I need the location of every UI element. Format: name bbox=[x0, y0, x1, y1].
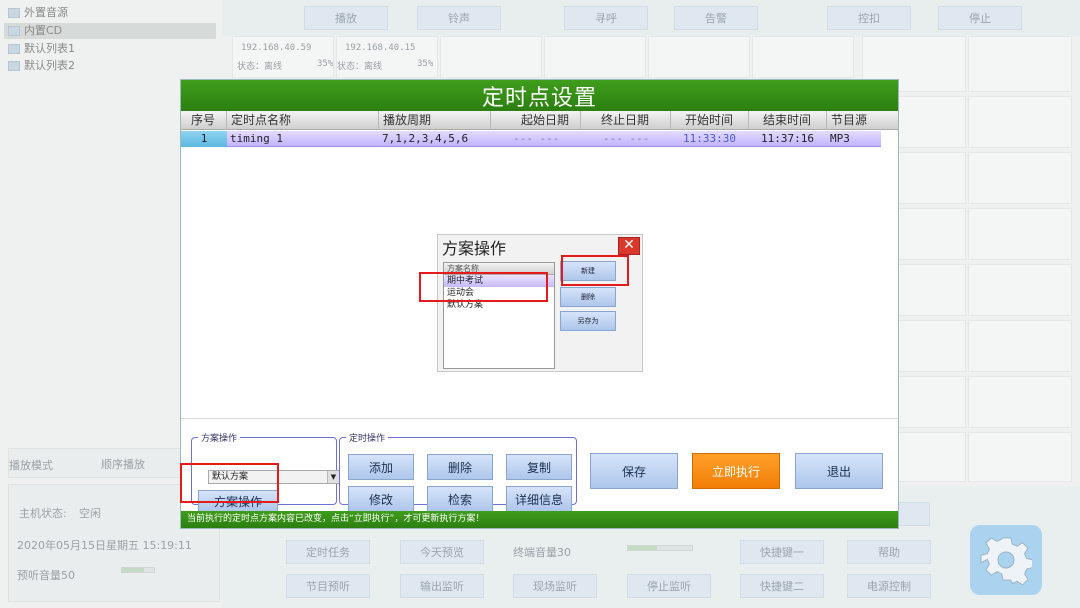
program-preview-button[interactable]: 节目预听 bbox=[286, 574, 370, 598]
top-toolbar: 播放 铃声 寻呼 告警 控扣 停止 bbox=[222, 0, 1080, 36]
preview-volume-slider[interactable] bbox=[121, 567, 155, 573]
close-icon[interactable]: ✕ bbox=[618, 237, 640, 255]
paging-button[interactable]: 寻呼 bbox=[564, 6, 648, 30]
stop-monitor-button[interactable]: 停止监听 bbox=[627, 574, 711, 598]
terminal-card-empty bbox=[968, 320, 1072, 372]
edit-button[interactable]: 修改 bbox=[348, 486, 414, 512]
col-start-time: 开始时间 bbox=[671, 111, 749, 130]
list-item[interactable]: 运动会 bbox=[444, 287, 554, 299]
terminal-card-empty bbox=[440, 36, 542, 78]
source-item-cd[interactable]: 内置CD bbox=[4, 23, 216, 39]
terminal-card-empty bbox=[898, 152, 966, 204]
terminal-volume-slider[interactable] bbox=[627, 545, 693, 551]
terminal-card-empty bbox=[898, 96, 966, 148]
dialog-controls: 方案操作 默认方案 ▼ 方案操作 定时操作 添加 删除 复制 修改 检索 详细信息… bbox=[181, 418, 898, 513]
terminal-card-empty bbox=[648, 36, 750, 78]
delete-button[interactable]: 删除 bbox=[427, 454, 493, 480]
status-bar: 当前执行的定时点方案内容已改变，点击“立即执行”，才可更新执行方案！ bbox=[181, 511, 898, 528]
terminal-card-empty bbox=[968, 264, 1072, 316]
col-source: 节目源 bbox=[831, 113, 868, 127]
scheme-select[interactable]: 默认方案 ▼ bbox=[208, 470, 340, 484]
col-cycle: 播放周期 bbox=[379, 111, 491, 130]
terminal-card[interactable]: 192.168.40.59 状态：离线 35% bbox=[232, 36, 334, 78]
save-as-scheme-button[interactable]: 另存为 bbox=[560, 311, 616, 331]
save-button[interactable]: 保存 bbox=[590, 453, 678, 489]
new-scheme-button[interactable]: 新建 bbox=[560, 261, 616, 281]
scheme-group: 方案操作 默认方案 ▼ 方案操作 bbox=[191, 431, 340, 512]
terminal-card-empty bbox=[544, 36, 646, 78]
list-item[interactable]: 期中考试 bbox=[444, 275, 554, 287]
folder-icon bbox=[8, 8, 20, 18]
source-item-list2[interactable]: 默认列表2 bbox=[8, 58, 75, 74]
terminal-card-empty bbox=[898, 208, 966, 260]
bell-button[interactable]: 铃声 bbox=[417, 6, 501, 30]
power-control-button[interactable]: 电源控制 bbox=[847, 574, 931, 598]
help-button[interactable]: 帮助 bbox=[847, 540, 931, 564]
terminal-card-empty bbox=[752, 36, 854, 78]
scheme-list-header: 方案名称 bbox=[444, 263, 554, 275]
today-preview-button[interactable]: 今天预览 bbox=[400, 540, 484, 564]
terminal-card-empty bbox=[898, 376, 966, 428]
col-end-time: 结束时间 bbox=[749, 111, 827, 130]
stop-button[interactable]: 停止 bbox=[938, 6, 1022, 30]
cd-icon bbox=[8, 26, 20, 36]
run-now-button[interactable]: 立即执行 bbox=[692, 453, 780, 489]
terminal-volume-label: 终端音量30 bbox=[513, 546, 571, 559]
timing-group: 定时操作 添加 删除 复制 修改 检索 详细信息 bbox=[339, 431, 577, 512]
playlist-icon bbox=[8, 44, 20, 54]
terminal-card-empty bbox=[968, 208, 1072, 260]
play-mode-select[interactable]: 顺序播放 bbox=[79, 456, 145, 472]
dialog-title: 定时点设置 bbox=[181, 80, 898, 111]
copy-button[interactable]: 复制 bbox=[506, 454, 572, 480]
alarm-button[interactable]: 告警 bbox=[674, 6, 758, 30]
play-button[interactable]: 播放 bbox=[304, 6, 388, 30]
table-row[interactable]: 1 timing 1 7,1,2,3,4,5,6 --- --- --- ---… bbox=[181, 131, 881, 147]
source-item-external[interactable]: 外置音源 bbox=[8, 5, 68, 21]
scheme-operation-button[interactable]: 方案操作 bbox=[198, 490, 278, 512]
details-button[interactable]: 详细信息 bbox=[506, 486, 572, 512]
terminal-card-empty bbox=[968, 152, 1072, 204]
search-button[interactable]: 检索 bbox=[427, 486, 493, 512]
terminal-card-empty bbox=[898, 320, 966, 372]
scheme-list: 方案名称 期中考试 运动会 默认方案 bbox=[443, 262, 555, 369]
add-button[interactable]: 添加 bbox=[348, 454, 414, 480]
timer-task-button[interactable]: 定时任务 bbox=[286, 540, 370, 564]
hotkey1-button[interactable]: 快捷键一 bbox=[740, 540, 824, 564]
list-item[interactable]: 默认方案 bbox=[444, 299, 554, 311]
col-end-date: 终止日期 bbox=[581, 111, 671, 130]
source-item-list1[interactable]: 默认列表1 bbox=[8, 41, 75, 57]
hotkey2-button[interactable]: 快捷键二 bbox=[740, 574, 824, 598]
playlist-icon bbox=[8, 61, 20, 71]
col-start-date: 起始日期 bbox=[491, 111, 581, 130]
scheme-operation-dialog: 方案操作 ✕ 方案名称 期中考试 运动会 默认方案 新建 删除 另存为 bbox=[437, 234, 643, 372]
terminal-card-empty bbox=[968, 96, 1072, 148]
sub-dialog-title: 方案操作 bbox=[442, 239, 507, 258]
table-header: 序号 定时点名称 播放周期 起始日期 终止日期 开始时间 结束时间 节目源 bbox=[181, 111, 898, 130]
output-monitor-button[interactable]: 输出监听 bbox=[400, 574, 484, 598]
exit-button[interactable]: 退出 bbox=[795, 453, 883, 489]
terminal-card-empty bbox=[898, 264, 966, 316]
col-index: 序号 bbox=[181, 111, 227, 130]
chevron-down-icon: ▼ bbox=[327, 471, 339, 483]
live-monitor-button[interactable]: 现场监听 bbox=[513, 574, 597, 598]
terminal-card[interactable]: 192.168.40.15 状态：离线 35% bbox=[336, 36, 438, 78]
delete-scheme-button[interactable]: 删除 bbox=[560, 287, 616, 307]
control-button[interactable]: 控扣 bbox=[827, 6, 911, 30]
terminal-card-empty bbox=[968, 376, 1072, 428]
col-name: 定时点名称 bbox=[227, 111, 379, 130]
terminal-card-empty bbox=[968, 36, 1072, 92]
settings-gear-icon[interactable] bbox=[970, 525, 1042, 595]
small-button[interactable] bbox=[898, 502, 930, 526]
terminal-card-empty bbox=[968, 432, 1072, 482]
terminal-card-empty bbox=[898, 432, 966, 482]
